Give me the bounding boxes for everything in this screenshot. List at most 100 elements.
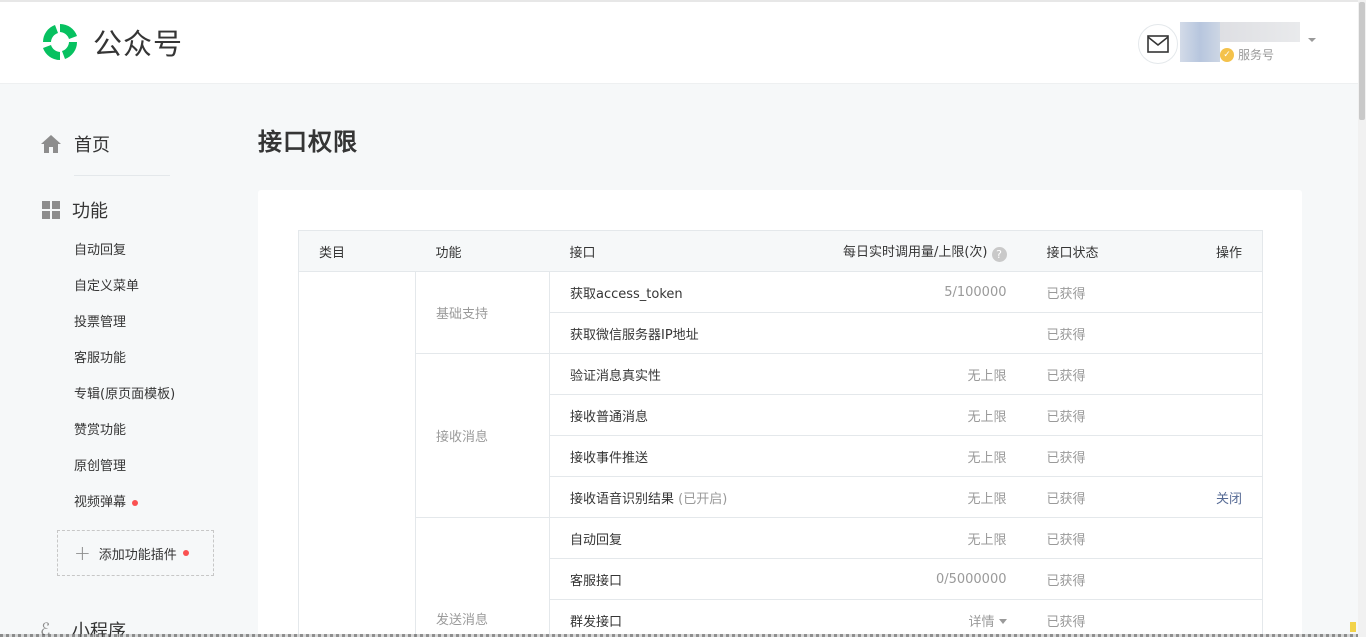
usage-cell bbox=[795, 312, 1027, 354]
api-cell: 接收事件推送 bbox=[549, 435, 796, 477]
column-header-usage: 每日实时调用量/上限(次)? bbox=[795, 230, 1027, 272]
usage-cell: 无上限 bbox=[795, 517, 1027, 559]
api-cell: 验证消息真实性 bbox=[549, 353, 796, 395]
divider bbox=[74, 175, 170, 176]
sidebar-item-label: 投票管理 bbox=[74, 315, 127, 330]
account-type-label: 服务号 bbox=[1238, 48, 1275, 62]
new-badge-dot bbox=[182, 550, 189, 556]
operation-cell: 关闭 bbox=[1154, 476, 1263, 518]
function-cell: 基础支持 bbox=[415, 271, 550, 354]
column-header-operation: 操作 bbox=[1154, 230, 1263, 272]
sidebar-item-label: 自定义菜单 bbox=[74, 279, 140, 294]
api-cell: 接收普通消息 bbox=[549, 394, 796, 436]
status-cell: 已获得 bbox=[1026, 476, 1155, 518]
usage-cell: 无上限 bbox=[795, 394, 1027, 436]
scrollbar[interactable] bbox=[1358, 0, 1366, 637]
sidebar-item-label: 首页 bbox=[74, 135, 110, 156]
usage-cell: 无上限 bbox=[795, 476, 1027, 518]
sidebar-item-home[interactable]: 首页 bbox=[40, 131, 110, 157]
status-cell: 已获得 bbox=[1026, 599, 1155, 637]
operation-cell bbox=[1154, 353, 1263, 395]
sidebar-item-auto-reply[interactable]: 自动回复 bbox=[74, 240, 175, 276]
api-permission-card: 类目 功能 接口 每日实时调用量/上限(次)? 接口状态 操作 基础支持 获取a… bbox=[258, 190, 1302, 637]
sidebar-section-function[interactable]: 功能 bbox=[42, 197, 108, 223]
page-title: 接口权限 bbox=[258, 128, 358, 156]
close-link[interactable]: 关闭 bbox=[1216, 492, 1242, 507]
home-icon bbox=[41, 135, 61, 153]
usage-cell: 5/100000 bbox=[795, 271, 1027, 313]
table-header-row: 类目 功能 接口 每日实时调用量/上限(次)? 接口状态 操作 bbox=[298, 230, 1263, 272]
add-plugin-label: 添加功能插件 bbox=[98, 547, 177, 563]
add-plugin-button[interactable]: + 添加功能插件 bbox=[57, 530, 214, 576]
sidebar-item-label: 赞赏功能 bbox=[74, 423, 127, 438]
status-cell: 已获得 bbox=[1026, 353, 1155, 395]
operation-cell bbox=[1154, 271, 1263, 313]
table-row: 基础支持 获取access_token 5/100000 已获得 bbox=[298, 271, 1263, 637]
sidebar: 首页 功能 自动回复 自定义菜单 投票管理 客服功能 专辑(原页面模板) 赞赏功… bbox=[0, 85, 240, 637]
usage-cell[interactable]: 详情 bbox=[795, 599, 1027, 637]
logo-text: 公众号 bbox=[93, 27, 184, 61]
api-cell: 群发接口 bbox=[549, 599, 796, 637]
status-cell: 已获得 bbox=[1026, 394, 1155, 436]
chevron-down-icon bbox=[998, 618, 1007, 624]
operation-cell bbox=[1154, 312, 1263, 354]
sidebar-item-label: 自动回复 bbox=[74, 243, 127, 258]
function-cell: 发送消息 bbox=[415, 517, 550, 637]
sidebar-item-reward[interactable]: 赞赏功能 bbox=[74, 420, 175, 456]
chevron-down-icon[interactable] bbox=[1308, 38, 1316, 42]
usage-cell: 无上限 bbox=[795, 435, 1027, 477]
column-header-category: 类目 bbox=[298, 230, 416, 272]
sidebar-item-label: 视频弹幕 bbox=[74, 495, 127, 510]
status-cell: 已获得 bbox=[1026, 271, 1155, 313]
scrollbar-thumb[interactable] bbox=[1359, 2, 1365, 120]
wechat-mp-logo-icon bbox=[42, 23, 78, 61]
operation-cell bbox=[1154, 435, 1263, 477]
column-header-function: 功能 bbox=[415, 230, 550, 272]
operation-cell bbox=[1154, 558, 1263, 600]
operation-cell bbox=[1154, 394, 1263, 436]
api-name: 接收语音识别结果 bbox=[570, 491, 675, 507]
function-cell: 接收消息 bbox=[415, 353, 550, 518]
column-header-status: 接口状态 bbox=[1026, 230, 1155, 272]
sidebar-item-vote[interactable]: 投票管理 bbox=[74, 312, 175, 348]
status-cell: 已获得 bbox=[1026, 558, 1155, 600]
sidebar-item-original[interactable]: 原创管理 bbox=[74, 456, 175, 492]
details-dropdown[interactable]: 详情 bbox=[968, 615, 994, 630]
operation-cell bbox=[1154, 599, 1263, 637]
api-cell: 获取微信服务器IP地址 bbox=[549, 312, 796, 354]
api-cell: 自动回复 bbox=[549, 517, 796, 559]
sidebar-item-label: 专辑(原页面模板) bbox=[74, 387, 176, 402]
sidebar-item-custom-menu[interactable]: 自定义菜单 bbox=[74, 276, 175, 312]
column-header-api: 接口 bbox=[549, 230, 796, 272]
api-cell: 获取access_token bbox=[549, 271, 796, 313]
usage-cell: 0/5000000 bbox=[795, 558, 1027, 600]
sidebar-item-video-danmaku[interactable]: 视频弹幕 bbox=[74, 492, 175, 528]
new-badge-dot bbox=[132, 500, 139, 506]
status-cell: 已获得 bbox=[1026, 517, 1155, 559]
help-icon[interactable]: ? bbox=[991, 246, 1007, 262]
api-permission-table: 类目 功能 接口 每日实时调用量/上限(次)? 接口状态 操作 基础支持 获取a… bbox=[298, 230, 1263, 637]
usage-cell: 无上限 bbox=[795, 353, 1027, 395]
sidebar-section-label: 功能 bbox=[72, 201, 108, 222]
operation-cell bbox=[1154, 517, 1263, 559]
verified-icon: ✓ bbox=[1220, 48, 1234, 62]
corner-marker bbox=[1350, 622, 1356, 632]
sidebar-item-customer-service[interactable]: 客服功能 bbox=[74, 348, 175, 384]
sidebar-item-label: 客服功能 bbox=[74, 351, 127, 366]
mail-icon bbox=[1147, 35, 1169, 53]
grid-icon bbox=[42, 201, 60, 219]
sidebar-item-album[interactable]: 专辑(原页面模板) bbox=[74, 384, 175, 420]
status-cell: 已获得 bbox=[1026, 312, 1155, 354]
api-cell: 客服接口 bbox=[549, 558, 796, 600]
message-button[interactable] bbox=[1138, 24, 1178, 64]
plus-icon: + bbox=[74, 541, 91, 565]
table-row: 发送消息 自动回复 无上限 已获得 bbox=[299, 517, 1263, 637]
column-header-usage-label: 每日实时调用量/上限(次) bbox=[842, 244, 988, 260]
top-bar: 公众号 ✓ 服务号 bbox=[0, 0, 1358, 84]
category-cell bbox=[298, 271, 416, 637]
logo[interactable]: 公众号 bbox=[38, 20, 183, 64]
sidebar-item-label: 原创管理 bbox=[74, 459, 127, 474]
function-submenu: 自动回复 自定义菜单 投票管理 客服功能 专辑(原页面模板) 赞赏功能 原创管理… bbox=[74, 240, 175, 528]
status-cell: 已获得 bbox=[1026, 435, 1155, 477]
api-note: (已开启) bbox=[678, 491, 728, 507]
